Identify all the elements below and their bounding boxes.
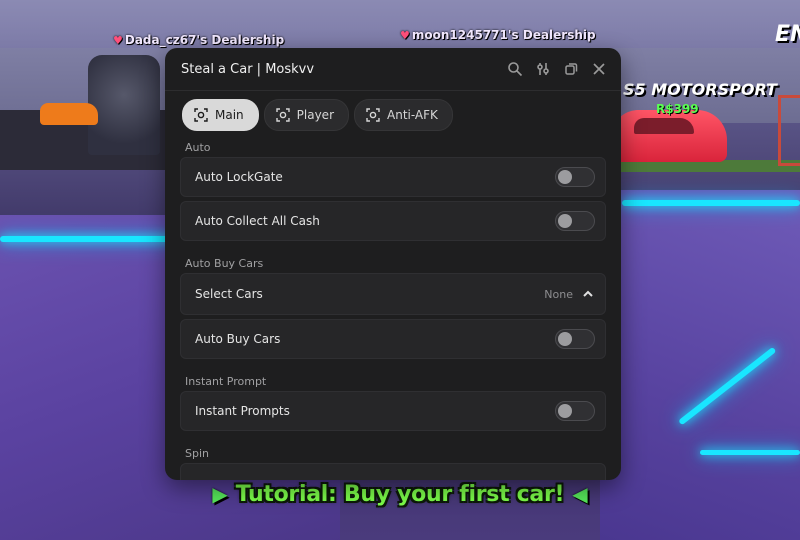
- tutorial-banner: ▶ Tutorial: Buy your first car! ◀: [175, 476, 625, 512]
- spin-row-partial[interactable]: [180, 463, 606, 480]
- neon-strip-bottom: [700, 450, 800, 455]
- auto-collect-cash-label: Auto Collect All Cash: [195, 214, 320, 228]
- tab-anti-afk-label: Anti-AFK: [387, 108, 438, 122]
- arrow-left-icon: ◀: [572, 482, 588, 506]
- toggle-knob: [558, 404, 572, 418]
- tab-content: Auto Auto LockGate Auto Collect All Cash…: [165, 139, 621, 480]
- corner-text: EN: [775, 22, 800, 47]
- section-title-auto: Auto: [185, 141, 211, 154]
- toggle-knob: [558, 332, 572, 346]
- dealership-sign-right: ♥ moon1245771's Dealership: [400, 28, 596, 42]
- dealer-banner: S5 MOTORSPORT: [623, 80, 777, 99]
- settings-sliders-icon[interactable]: [535, 61, 551, 77]
- minimize-icon[interactable]: [563, 61, 579, 77]
- tab-anti-afk[interactable]: Anti-AFK: [354, 99, 453, 131]
- car-price: R$399: [656, 102, 699, 116]
- instant-prompts-label: Instant Prompts: [195, 404, 290, 418]
- tab-player[interactable]: Player: [263, 99, 349, 131]
- window-actions: [507, 61, 607, 77]
- tab-main-icon: [194, 108, 208, 122]
- window-title: Steal a Car | Moskvv: [181, 61, 315, 77]
- instant-prompts-row[interactable]: Instant Prompts: [180, 391, 606, 431]
- auto-buy-cars-label: Auto Buy Cars: [195, 332, 281, 346]
- auto-collect-cash-row[interactable]: Auto Collect All Cash: [180, 201, 606, 241]
- select-cars-label: Select Cars: [195, 287, 263, 301]
- neon-strip-left: [0, 236, 175, 242]
- close-icon[interactable]: [591, 61, 607, 77]
- tab-bar: Main Player Anti-AFK: [165, 91, 621, 131]
- car-icon: ♥: [400, 29, 410, 42]
- tutorial-text: Tutorial: Buy your first car!: [235, 481, 565, 507]
- auto-lockgate-label: Auto LockGate: [195, 170, 283, 184]
- auto-buy-cars-toggle[interactable]: [555, 329, 595, 349]
- section-title-auto-buy: Auto Buy Cars: [185, 257, 264, 270]
- dealership-sign-left: ♥ Dada_cz67's Dealership: [113, 33, 285, 47]
- railing: [778, 95, 800, 166]
- red-car-window: [634, 118, 694, 134]
- section-title-spin: Spin: [185, 447, 209, 460]
- search-icon[interactable]: [507, 61, 523, 77]
- auto-buy-cars-row[interactable]: Auto Buy Cars: [180, 319, 606, 359]
- auto-lockgate-row[interactable]: Auto LockGate: [180, 157, 606, 197]
- select-cars-dropdown[interactable]: Select Cars None: [180, 273, 606, 315]
- tab-main-label: Main: [215, 108, 244, 122]
- tab-main[interactable]: Main: [182, 99, 259, 131]
- arrow-right-icon: ▶: [212, 482, 228, 506]
- toggle-knob: [558, 214, 572, 228]
- instant-prompts-toggle[interactable]: [555, 401, 595, 421]
- tab-anti-afk-icon: [366, 108, 380, 122]
- floor-right: [600, 190, 800, 540]
- chevron-up-icon[interactable]: [581, 287, 595, 301]
- auto-lockgate-toggle[interactable]: [555, 167, 595, 187]
- car-icon: ♥: [113, 34, 123, 47]
- section-title-instant: Instant Prompt: [185, 375, 267, 388]
- statue: [88, 55, 160, 155]
- script-window: Steal a Car | Moskvv Main Player Anti-AF…: [165, 48, 621, 480]
- window-titlebar[interactable]: Steal a Car | Moskvv: [165, 48, 621, 91]
- toggle-knob: [558, 170, 572, 184]
- tab-player-icon: [275, 108, 290, 122]
- select-cars-value: None: [544, 287, 573, 301]
- neon-strip-right: [622, 200, 800, 206]
- auto-collect-cash-toggle[interactable]: [555, 211, 595, 231]
- orange-car: [40, 103, 98, 125]
- tab-player-label: Player: [296, 108, 334, 122]
